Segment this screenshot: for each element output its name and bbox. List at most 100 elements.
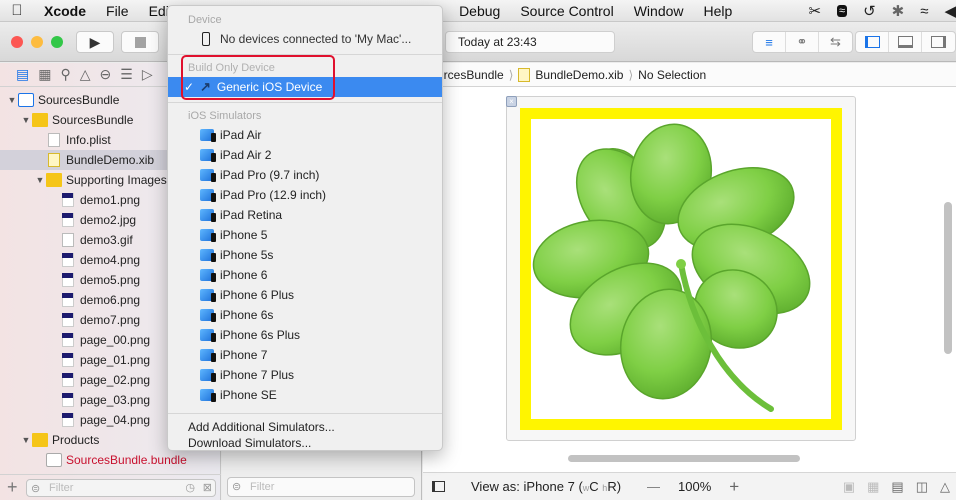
tree-item-label: Info.plist: [66, 133, 111, 147]
add-file-button[interactable]: +: [7, 477, 18, 498]
jump-bar: urcesBundle ⟩ BundleDemo.xib ⟩ No Select…: [423, 63, 956, 87]
filter-placeholder: Filter: [49, 482, 74, 494]
recent-files-icon[interactable]: ◷: [185, 480, 195, 496]
simulator-item[interactable]: iPhone 6 Plus: [168, 285, 442, 305]
simulator-label: iPad Pro (9.7 inch): [220, 168, 320, 182]
run-button[interactable]: ▶: [76, 31, 114, 53]
zoom-window-button[interactable]: [51, 36, 63, 48]
disclosure-triangle-icon[interactable]: ▼: [20, 435, 32, 445]
standard-editor-icon[interactable]: ≡: [753, 32, 786, 52]
menu-help[interactable]: Help: [694, 3, 743, 19]
image-file-icon: [62, 353, 74, 367]
assistant-editor-icon[interactable]: ⚭: [786, 32, 819, 52]
simulators-section-header: iOS Simulators: [188, 110, 262, 122]
pin-icon[interactable]: ◫: [916, 479, 928, 495]
menu-source-control[interactable]: Source Control: [510, 3, 623, 19]
simulator-item[interactable]: iPhone 6s: [168, 305, 442, 325]
tree-item-label: demo6.png: [80, 293, 141, 307]
tree-item-label: demo2.jpg: [80, 213, 137, 227]
menu-window[interactable]: Window: [624, 3, 694, 19]
xib-file-icon: [518, 67, 531, 82]
debug-icon[interactable]: ☰: [120, 66, 133, 83]
simulator-item[interactable]: iPad Retina: [168, 205, 442, 225]
download-simulators-item[interactable]: Download Simulators...: [168, 435, 442, 451]
vertical-scrollbar[interactable]: [944, 202, 952, 354]
tree-item-label: page_03.png: [80, 393, 151, 407]
outline-filter-input[interactable]: ⊜ Filter: [227, 477, 415, 497]
navigator-panel-icon[interactable]: [856, 32, 889, 52]
tree-item[interactable]: SourcesBundle.bundle: [0, 450, 221, 470]
horizontal-scrollbar[interactable]: [568, 455, 800, 462]
tree-item-label: page_00.png: [80, 333, 151, 347]
simulator-item[interactable]: iPad Pro (12.9 inch): [168, 185, 442, 205]
disclosure-triangle-icon[interactable]: ▼: [20, 115, 32, 125]
zoom-in-button[interactable]: +: [729, 477, 739, 497]
close-window-button[interactable]: [11, 36, 23, 48]
simulator-item[interactable]: iPhone 6s Plus: [168, 325, 442, 345]
image-file-icon: [62, 193, 74, 207]
scissors-icon[interactable]: ✂: [808, 2, 821, 20]
stop-button[interactable]: [121, 31, 159, 53]
search-icon[interactable]: ⚲: [60, 66, 70, 83]
simulator-item[interactable]: iPhone 5: [168, 225, 442, 245]
simulator-icon: [200, 209, 216, 222]
simulator-item[interactable]: iPhone 7: [168, 345, 442, 365]
jumpbar-file[interactable]: BundleDemo.xib: [535, 68, 623, 82]
wifi-icon[interactable]: ≈: [920, 3, 928, 20]
disclosure-triangle-icon[interactable]: ▼: [34, 175, 46, 185]
menu-xcode[interactable]: Xcode: [34, 3, 96, 19]
simulator-item[interactable]: iPhone 7 Plus: [168, 365, 442, 385]
simulator-icon: [200, 129, 216, 142]
time-machine-icon[interactable]: ↺: [863, 2, 876, 20]
disclosure-triangle-icon[interactable]: ▼: [6, 95, 18, 105]
ib-canvas[interactable]: ×: [423, 88, 956, 468]
jumpbar-selection[interactable]: No Selection: [638, 68, 706, 82]
stop-icon: [134, 36, 146, 48]
simulator-icon: [200, 389, 216, 402]
file-icon: [48, 133, 60, 147]
simulator-item[interactable]: iPad Air 2: [168, 145, 442, 165]
zoom-out-button[interactable]: —: [647, 479, 660, 494]
folder-icon[interactable]: ▤: [16, 66, 29, 83]
view-frame[interactable]: ×: [506, 96, 856, 441]
apple-logo-icon[interactable]: : [0, 2, 34, 19]
clover-image[interactable]: [531, 119, 831, 419]
scm-filter-icon[interactable]: ⊠: [203, 480, 212, 496]
wifi-badge-icon[interactable]: ≈: [837, 5, 848, 17]
image-view-border[interactable]: [520, 108, 842, 430]
simulator-list: iPad Air iPad Air 2 iPad Pro (9.7 inch) iPa…: [168, 125, 442, 405]
utilities-panel-icon[interactable]: [922, 32, 955, 52]
tree-item-label: SourcesBundle: [52, 113, 134, 127]
menu-file[interactable]: File: [96, 3, 139, 19]
simulator-item[interactable]: iPad Pro (9.7 inch): [168, 165, 442, 185]
minimize-window-button[interactable]: [31, 36, 43, 48]
align-icon[interactable]: ▤: [891, 479, 903, 495]
close-view-icon[interactable]: ×: [506, 96, 517, 107]
simulator-item[interactable]: iPhone 6: [168, 265, 442, 285]
simulator-icon: [200, 169, 216, 182]
generic-ios-device-item[interactable]: ✓ ↗ Generic iOS Device: [168, 77, 442, 97]
hierarchy-icon[interactable]: ▦: [38, 66, 51, 83]
embed-stack-icon[interactable]: ▦: [867, 479, 879, 495]
simulator-item[interactable]: iPhone SE: [168, 385, 442, 405]
breakpoint-icon[interactable]: ▷: [142, 66, 153, 83]
volume-icon[interactable]: ◀: [944, 2, 956, 20]
file-icon: [62, 233, 74, 247]
warning-icon[interactable]: △: [80, 66, 91, 83]
add-simulators-item[interactable]: Add Additional Simulators...: [168, 419, 442, 435]
jumpbar-project[interactable]: urcesBundle: [437, 68, 504, 82]
debug-panel-icon[interactable]: [889, 32, 922, 52]
resolve-issues-icon[interactable]: △: [940, 479, 950, 495]
update-frames-icon[interactable]: ▣: [843, 479, 855, 495]
bluetooth-icon[interactable]: ✱: [892, 2, 905, 20]
view-as-label[interactable]: View as: iPhone 7 (wC hR): [471, 479, 621, 494]
zoom-level: 100%: [678, 479, 712, 494]
test-icon[interactable]: ⊖: [100, 66, 112, 83]
version-editor-icon[interactable]: ⇆: [819, 32, 852, 52]
menu-debug[interactable]: Debug: [449, 3, 510, 19]
simulator-item[interactable]: iPhone 5s: [168, 245, 442, 265]
navigator-filter-input[interactable]: ⊜ Filter ◷ ⊠: [26, 479, 216, 497]
menu-separator: [168, 54, 442, 55]
simulator-item[interactable]: iPad Air: [168, 125, 442, 145]
toggle-outline-icon[interactable]: [432, 481, 445, 492]
